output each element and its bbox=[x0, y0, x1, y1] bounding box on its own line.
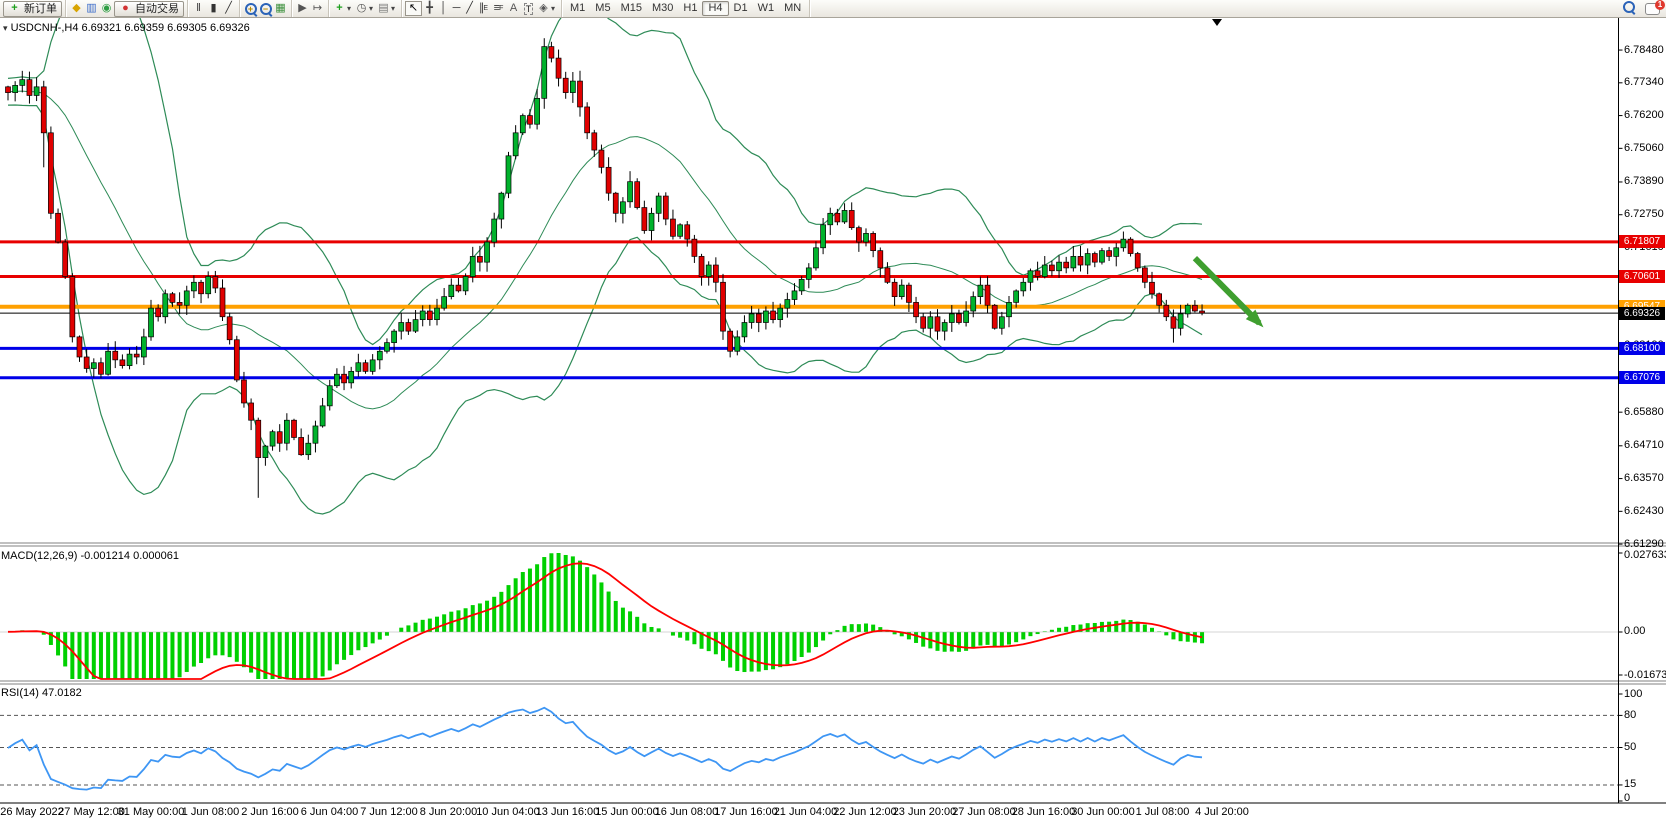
tf-m30-button[interactable]: M30 bbox=[647, 1, 678, 16]
text-tool-icon[interactable]: A bbox=[506, 1, 521, 16]
autotrading-stop-icon: ● bbox=[119, 1, 132, 16]
zoom-in-icon[interactable]: + bbox=[243, 1, 258, 16]
horizontal-line-icon[interactable]: ─ bbox=[450, 1, 463, 16]
drawing-tools-group: ↖ ╋ │ ─ ╱ ∥E ≡F A T ◈ ▾ bbox=[402, 0, 562, 17]
tf-d1-button[interactable]: D1 bbox=[729, 1, 753, 16]
chart-title: ▾ USDCNH-,H4 6.69321 6.69359 6.69305 6.6… bbox=[3, 22, 250, 34]
trendline-icon[interactable]: ╱ bbox=[463, 1, 476, 16]
navigator-icon[interactable]: ◉ bbox=[99, 1, 114, 16]
notification-count-badge: 1 bbox=[1655, 0, 1665, 10]
tf-m1-button[interactable]: M1 bbox=[565, 1, 590, 16]
candlestick-chart-icon[interactable]: ▮ bbox=[206, 1, 221, 16]
tf-h4-button[interactable]: H4 bbox=[702, 1, 728, 16]
add-indicator-icon[interactable]: + bbox=[332, 1, 347, 16]
template-dropdown-icon[interactable]: ▾ bbox=[391, 4, 398, 13]
autotrading-button[interactable]: ● 自动交易 bbox=[114, 1, 184, 17]
notifications-icon[interactable]: 1 bbox=[1645, 3, 1660, 15]
chart-shift-icon[interactable]: ↦ bbox=[310, 1, 325, 16]
tile-windows-icon[interactable]: ▦ bbox=[273, 1, 288, 16]
price-chart-canvas[interactable] bbox=[0, 17, 1666, 820]
new-order-label: 新订单 bbox=[24, 3, 57, 15]
period-clock-icon[interactable]: ◷ bbox=[354, 1, 369, 16]
cursor-icon[interactable]: ↖ bbox=[405, 1, 422, 16]
bar-chart-icon[interactable]: ‖ bbox=[191, 1, 206, 16]
timeframe-group: M1 M5 M15 M30 H1 H4 D1 W1 MN bbox=[562, 0, 810, 17]
label-tool-icon[interactable]: T bbox=[521, 1, 536, 16]
period-dropdown-icon[interactable]: ▾ bbox=[369, 4, 376, 13]
equidistant-channel-icon[interactable]: ∥E bbox=[476, 1, 491, 16]
zoom-group: + − ▦ bbox=[240, 0, 292, 17]
line-chart-icon[interactable]: ╱ bbox=[221, 1, 236, 16]
order-group: + 新订单 bbox=[0, 0, 66, 17]
autotrading-label: 自动交易 bbox=[135, 3, 179, 15]
tf-mn-button[interactable]: MN bbox=[779, 1, 806, 16]
chart-type-group: ‖ ▮ ╱ bbox=[188, 0, 240, 17]
arrows-tool-icon[interactable]: ◈ bbox=[536, 1, 551, 16]
data-window-icon[interactable]: ▥ bbox=[84, 1, 99, 16]
search-icon[interactable] bbox=[1623, 1, 1635, 16]
new-order-button[interactable]: + 新订单 bbox=[3, 1, 62, 17]
tf-w1-button[interactable]: W1 bbox=[753, 1, 780, 16]
symbol-period-label: USDCNH-,H4 bbox=[11, 22, 79, 34]
zoom-out-icon[interactable]: − bbox=[258, 1, 273, 16]
vertical-line-icon[interactable]: │ bbox=[437, 1, 450, 16]
arrows-dropdown-icon[interactable]: ▾ bbox=[551, 4, 558, 13]
indicator-dropdown-icon[interactable]: ▾ bbox=[347, 4, 354, 13]
insert-group: + ▾ ◷ ▾ ▤ ▾ bbox=[329, 0, 402, 17]
panel-toggle-group: ◆ ▥ ◉ ● 自动交易 bbox=[66, 0, 188, 17]
ohlc-expander-icon[interactable]: ▾ bbox=[3, 23, 8, 33]
scroll-group: ▶ ↦ bbox=[292, 0, 329, 17]
template-icon[interactable]: ▤ bbox=[376, 1, 391, 16]
fibonacci-icon[interactable]: ≡F bbox=[491, 1, 506, 16]
auto-scroll-icon[interactable]: ▶ bbox=[295, 1, 310, 16]
tf-m15-button[interactable]: M15 bbox=[616, 1, 647, 16]
toolbar-right-group: 1 bbox=[1623, 1, 1660, 16]
ohlc-values: 6.69321 6.69359 6.69305 6.69326 bbox=[82, 22, 250, 34]
tf-h1-button[interactable]: H1 bbox=[678, 1, 702, 16]
trading-terminal-window: + 新订单 ◆ ▥ ◉ ● 自动交易 ‖ ▮ ╱ + − ▦ ▶ ↦ bbox=[0, 0, 1666, 820]
main-toolbar: + 新订单 ◆ ▥ ◉ ● 自动交易 ‖ ▮ ╱ + − ▦ ▶ ↦ bbox=[0, 0, 1666, 18]
market-watch-icon[interactable]: ◆ bbox=[69, 1, 84, 16]
crosshair-icon[interactable]: ╋ bbox=[422, 1, 437, 16]
tf-m5-button[interactable]: M5 bbox=[590, 1, 615, 16]
plus-icon: + bbox=[8, 1, 21, 16]
chart-shift-marker[interactable] bbox=[1212, 19, 1222, 26]
